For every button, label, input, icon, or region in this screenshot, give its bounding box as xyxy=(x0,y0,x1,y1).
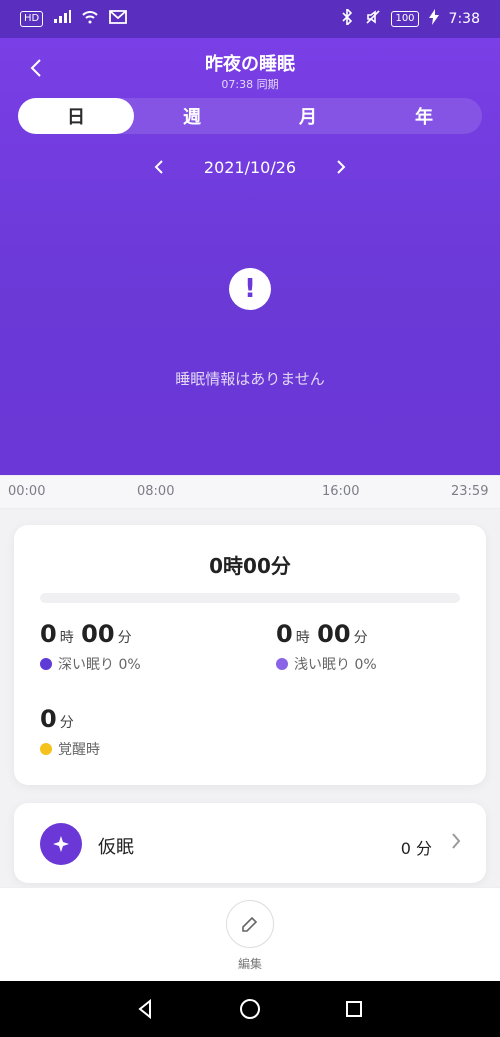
tab-day[interactable]: 日 xyxy=(18,98,134,134)
chevron-right-icon xyxy=(337,160,346,174)
light-sleep-metric: 0時 00 分 浅い眠り 0% xyxy=(276,620,377,674)
info-icon: ! xyxy=(229,268,271,310)
home-nav-icon[interactable] xyxy=(238,997,262,1021)
deep-hours-unit: 時 xyxy=(59,630,74,646)
timeline-label-16: 16:00 xyxy=(322,484,360,499)
android-navigation-bar xyxy=(0,981,500,1037)
charging-icon xyxy=(428,9,439,29)
deep-legend: 深い眠り 0% xyxy=(40,654,141,674)
deep-hours: 0 xyxy=(40,620,57,648)
period-tabs: 日 週 月 年 xyxy=(18,98,482,134)
time: 7:38 xyxy=(448,11,480,27)
light-dot-icon xyxy=(276,658,288,670)
bluetooth-icon xyxy=(341,7,355,29)
bottom-action-bar: 編集 xyxy=(0,887,500,982)
next-date-button[interactable] xyxy=(326,153,354,181)
page-title: 昨夜の睡眠 xyxy=(205,54,295,75)
recent-apps-icon[interactable] xyxy=(342,997,366,1021)
tab-year[interactable]: 年 xyxy=(366,98,482,134)
light-minutes: 00 xyxy=(317,620,351,648)
deep-sleep-metric: 0時 00 分 深い眠り 0% xyxy=(40,620,141,674)
status-right: 100 7:38 xyxy=(341,7,480,29)
hd-badge: HD xyxy=(20,11,44,27)
tab-month[interactable]: 月 xyxy=(250,98,366,134)
light-legend: 浅い眠り 0% xyxy=(276,654,377,674)
tab-week[interactable]: 週 xyxy=(134,98,250,134)
light-label: 浅い眠り 0% xyxy=(294,657,377,673)
mute-icon xyxy=(365,9,381,29)
current-date: 2021/10/26 xyxy=(203,157,297,177)
edit-button[interactable] xyxy=(226,900,274,948)
awake-metric: 0分 覚醒時 xyxy=(40,705,100,759)
sleep-header: 昨夜の睡眠 07:38 同期 日 週 月 年 2021/10/26 ! 睡眠情報… xyxy=(0,38,500,475)
chevron-right-icon xyxy=(446,831,466,851)
deep-minutes-unit: 分 xyxy=(117,630,132,646)
back-nav-icon[interactable] xyxy=(134,997,158,1021)
nap-row[interactable]: 仮眠 0 分 xyxy=(14,803,486,883)
date-navigation: 2021/10/26 xyxy=(0,153,500,181)
wifi-icon xyxy=(81,10,99,28)
sparkle-icon xyxy=(40,823,82,865)
no-data-message: 睡眠情報はありません xyxy=(175,370,325,388)
edit-label: 編集 xyxy=(237,957,262,971)
sleep-summary-card: 0時00分 0時 00 分 深い眠り 0% 0時 00 分 浅い眠り 0% 0分 覚… xyxy=(14,525,486,785)
timeline-label-end: 23:59 xyxy=(451,484,489,499)
awake-legend: 覚醒時 xyxy=(40,739,100,759)
signal-icon xyxy=(53,10,72,28)
deep-dot-icon xyxy=(40,658,52,670)
timeline-label-08: 08:00 xyxy=(137,484,175,499)
timeline-label-start: 00:00 xyxy=(8,484,46,499)
light-minutes-unit: 分 xyxy=(353,630,368,646)
sleep-progress-bar xyxy=(40,593,460,603)
awake-minutes: 0 xyxy=(40,705,57,733)
battery-badge: 100 xyxy=(391,11,419,27)
status-bar: HD 100 7:38 xyxy=(0,0,500,38)
deep-label: 深い眠り 0% xyxy=(58,657,141,673)
status-left: HD xyxy=(20,10,128,28)
prev-date-button[interactable] xyxy=(146,153,174,181)
sync-text: 07:38 同期 xyxy=(221,78,279,91)
deep-minutes: 00 xyxy=(81,620,115,648)
chevron-left-icon xyxy=(154,160,163,174)
total-sleep: 0時00分 xyxy=(209,554,291,578)
light-hours-unit: 時 xyxy=(295,630,310,646)
light-hours: 0 xyxy=(276,620,293,648)
edit-icon xyxy=(242,916,258,932)
mail-icon xyxy=(109,10,128,28)
awake-minutes-unit: 分 xyxy=(59,715,74,731)
awake-label: 覚醒時 xyxy=(58,742,100,758)
nap-label: 仮眠 xyxy=(98,837,134,858)
timeline: 00:00 08:00 16:00 23:59 xyxy=(0,475,500,509)
nap-value: 0 分 xyxy=(400,839,432,858)
awake-dot-icon xyxy=(40,743,52,755)
